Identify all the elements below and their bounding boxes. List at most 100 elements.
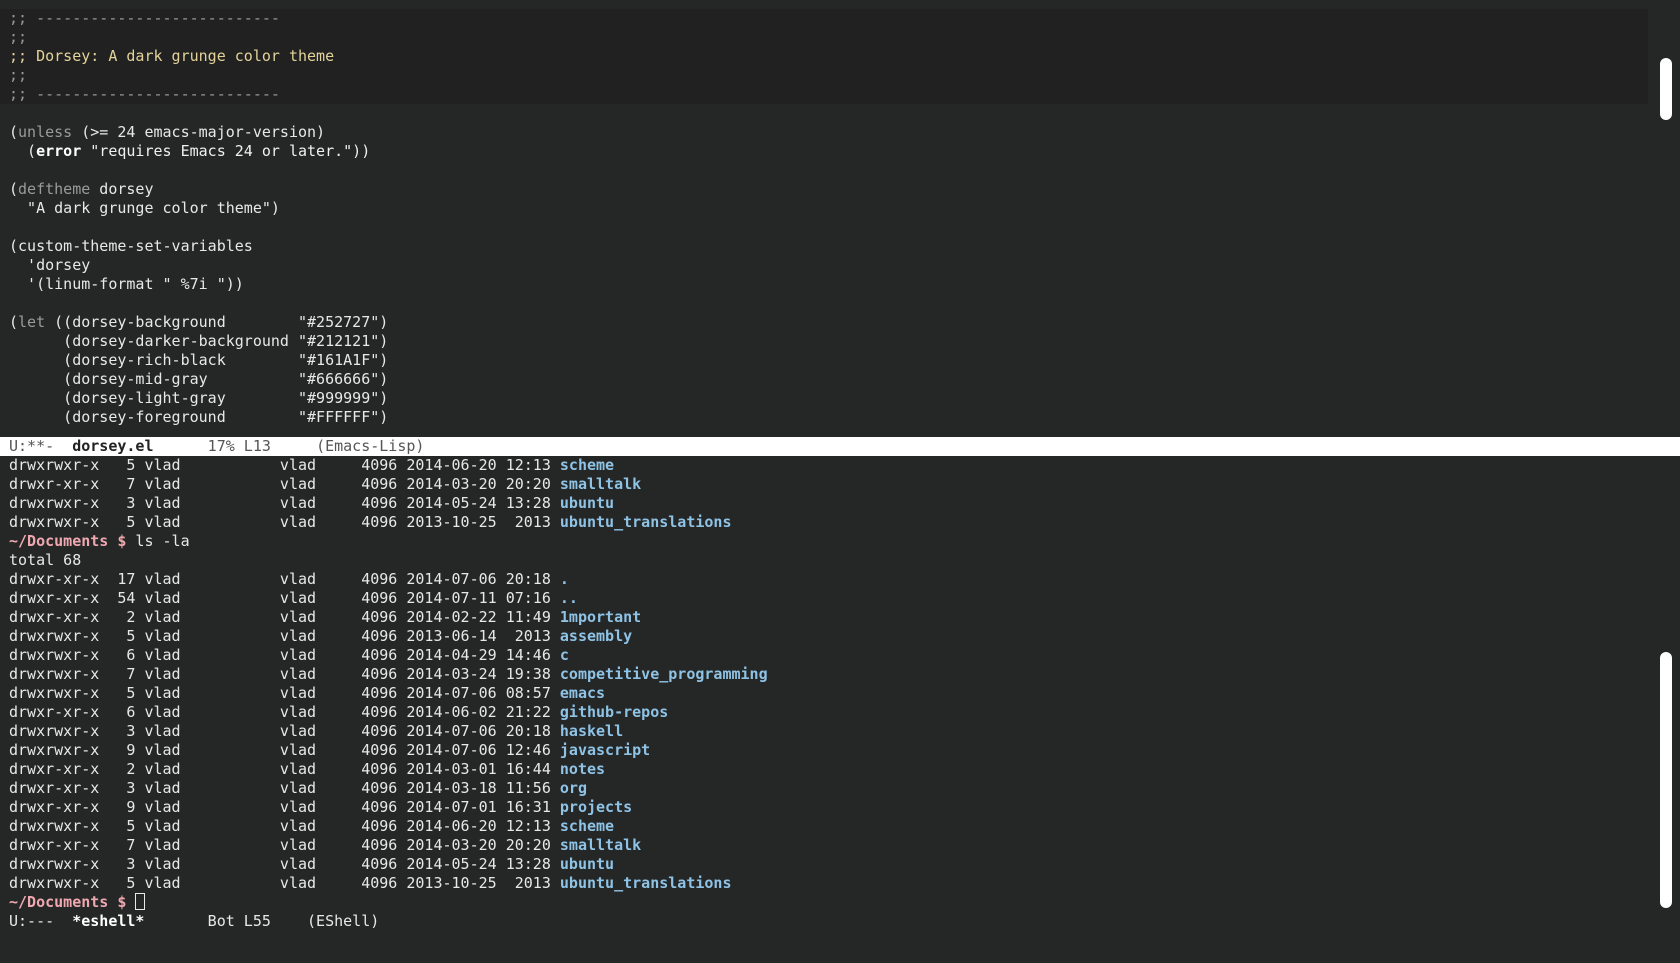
dir-name: ..: [559, 589, 578, 607]
listing-row: drwxrwxr-x 5 vlad vlad 4096 2013-10-25 2…: [0, 513, 1658, 532]
file-info: drwxr-xr-x 7 vlad vlad 4096 2014-03-20 2…: [9, 836, 560, 854]
comment-line: ;; ---------------------------: [9, 85, 280, 103]
dir-name: ubuntu: [559, 855, 615, 873]
dir-name: github-repos: [559, 703, 669, 721]
file-info: drwxrwxr-x 6 vlad vlad 4096 2014-04-29 1…: [9, 646, 560, 664]
buffer-position: 17% L13: [153, 437, 317, 455]
comment-line: ;;: [9, 66, 28, 84]
code-text: ((dorsey-background "#252727"): [45, 313, 389, 331]
buffer-state: U:---: [9, 912, 73, 930]
shell-input-line[interactable]: ~/Documents $: [0, 893, 1658, 912]
dir-name: smalltalk: [559, 836, 642, 854]
file-info: drwxrwxr-x 5 vlad vlad 4096 2014-06-20 1…: [9, 817, 560, 835]
mode-line-editor[interactable]: U:**- dorsey.el 17% L13 (Emacs-Lisp): [0, 437, 1680, 456]
dir-name: javascript: [559, 741, 651, 759]
file-info: drwxrwxr-x 5 vlad vlad 4096 2013-06-14 2…: [9, 627, 560, 645]
file-info: drwxr-xr-x 2 vlad vlad 4096 2014-03-01 1…: [9, 760, 560, 778]
emacs-frame: ;; --------------------------- ;; ;; Dor…: [0, 0, 1680, 963]
eshell-scrollbar-thumb[interactable]: [1660, 652, 1672, 908]
keyword: error: [36, 142, 82, 160]
file-info: drwxrwxr-x 5 vlad vlad 4096 2013-10-25 2…: [9, 513, 560, 531]
command-text: ls -la: [126, 532, 190, 550]
dir-name: notes: [559, 760, 606, 778]
listing: drwxr-xr-x 17 vlad vlad 4096 2014-07-06 …: [0, 570, 1658, 893]
listing-row: drwxrwxr-x 9 vlad vlad 4096 2014-07-06 1…: [0, 741, 1658, 760]
listing-row: drwxrwxr-x 5 vlad vlad 4096 2013-10-25 2…: [0, 874, 1658, 893]
code-line: (dorsey-darker-background "#212121"): [9, 332, 389, 350]
file-info: drwxr-xr-x 6 vlad vlad 4096 2014-06-02 2…: [9, 703, 560, 721]
listing-row: drwxrwxr-x 3 vlad vlad 4096 2014-07-06 2…: [0, 722, 1658, 741]
listing-row: drwxrwxr-x 6 vlad vlad 4096 2014-04-29 1…: [0, 646, 1658, 665]
header-comment-block: ;; --------------------------- ;; ;; Dor…: [0, 9, 1648, 104]
major-mode[interactable]: (EShell): [307, 912, 379, 930]
listing-row: drwxrwxr-x 5 vlad vlad 4096 2013-06-14 2…: [0, 627, 1658, 646]
listing-row: drwxr-xr-x 6 vlad vlad 4096 2014-06-02 2…: [0, 703, 1658, 722]
file-info: drwxrwxr-x 7 vlad vlad 4096 2014-03-24 1…: [9, 665, 560, 683]
keyword: unless: [18, 123, 73, 141]
editor-pane[interactable]: ;; --------------------------- ;; ;; Dor…: [0, 9, 1658, 437]
text-cursor: [135, 893, 146, 910]
listing-row: drwxrwxr-x 3 vlad vlad 4096 2014-05-24 1…: [0, 494, 1658, 513]
dir-name: competitive_programming: [559, 665, 768, 683]
code-text: "requires Emacs 24 or later.")): [81, 142, 371, 160]
code-line: (let ((dorsey-background "#252727"): [9, 313, 389, 331]
file-info: drwxrwxr-x 5 vlad vlad 4096 2013-10-25 2…: [9, 874, 560, 892]
file-info: drwxrwxr-x 3 vlad vlad 4096 2014-05-24 1…: [9, 855, 560, 873]
listing-row: drwxrwxr-x 7 vlad vlad 4096 2014-03-24 1…: [0, 665, 1658, 684]
file-info: drwxr-xr-x 7 vlad vlad 4096 2014-03-20 2…: [9, 475, 560, 493]
buffer-name[interactable]: *eshell*: [72, 912, 144, 930]
comment-line: ;;: [9, 28, 28, 46]
listing-row: drwxr-xr-x 17 vlad vlad 4096 2014-07-06 …: [0, 570, 1658, 589]
dir-name: haskell: [559, 722, 624, 740]
dir-name: scheme: [559, 456, 615, 474]
code-line: (deftheme dorsey: [9, 180, 154, 198]
total-line: total 68: [9, 551, 82, 569]
file-info: drwxrwxr-x 3 vlad vlad 4096 2014-05-24 1…: [9, 494, 560, 512]
file-info: drwxrwxr-x 3 vlad vlad 4096 2014-07-06 2…: [9, 722, 560, 740]
code-line: '(linum-format " %7i ")): [9, 275, 244, 293]
code-line: (error "requires Emacs 24 or later.")): [9, 142, 371, 160]
listing-row: drwxr-xr-x 54 vlad vlad 4096 2014-07-11 …: [0, 589, 1658, 608]
code-line: (custom-theme-set-variables: [9, 237, 253, 255]
dir-name: ubuntu: [559, 494, 615, 512]
editor-scrollbar-thumb[interactable]: [1660, 58, 1672, 120]
editor-scrollbar[interactable]: [1658, 0, 1680, 437]
file-info: drwxrwxr-x 5 vlad vlad 4096 2014-07-06 0…: [9, 684, 560, 702]
file-info: drwxr-xr-x 9 vlad vlad 4096 2014-07-01 1…: [9, 798, 560, 816]
code-line: (dorsey-light-gray "#999999"): [9, 389, 389, 407]
major-mode[interactable]: (Emacs-Lisp): [316, 437, 424, 455]
dir-name: ubuntu_translations: [559, 874, 732, 892]
code-line: 'dorsey: [9, 256, 91, 274]
comment-title-line: ;; Dorsey: A dark grunge color theme: [9, 47, 335, 65]
dir-name: c: [559, 646, 569, 664]
file-info: drwxrwxr-x 5 vlad vlad 4096 2014-06-20 1…: [9, 456, 560, 474]
file-info: drwxr-xr-x 2 vlad vlad 4096 2014-02-22 1…: [9, 608, 560, 626]
prompt-path: ~/Documents $: [9, 893, 127, 911]
listing-row: drwxr-xr-x 2 vlad vlad 4096 2014-02-22 1…: [0, 608, 1658, 627]
listing-row: drwxrwxr-x 3 vlad vlad 4096 2014-05-24 1…: [0, 855, 1658, 874]
code-line: "A dark grunge color theme"): [9, 199, 280, 217]
listing-row: drwxrwxr-x 5 vlad vlad 4096 2014-07-06 0…: [0, 684, 1658, 703]
code-text: dorsey: [90, 180, 154, 198]
dir-name: projects: [559, 798, 633, 816]
dir-name: 1mportant: [559, 608, 642, 626]
buffer-name[interactable]: dorsey.el: [72, 437, 153, 455]
file-info: drwxr-xr-x 3 vlad vlad 4096 2014-03-18 1…: [9, 779, 560, 797]
mode-line-eshell[interactable]: U:--- *eshell* Bot L55 (EShell): [0, 912, 1680, 931]
listing-row: drwxr-xr-x 7 vlad vlad 4096 2014-03-20 2…: [0, 475, 1658, 494]
code-line: (dorsey-mid-gray "#666666"): [9, 370, 389, 388]
dir-name: scheme: [559, 817, 615, 835]
dir-name: assembly: [559, 627, 633, 645]
code-line: (unless (>= 24 emacs-major-version): [9, 123, 326, 141]
eshell-scrollbar[interactable]: [1658, 456, 1680, 912]
buffer-state: U:**-: [9, 437, 73, 455]
code-line: (dorsey-foreground "#FFFFFF"): [9, 408, 389, 426]
eshell-pane[interactable]: drwxrwxr-x 5 vlad vlad 4096 2014-06-20 1…: [0, 456, 1658, 912]
keyword: let: [18, 313, 46, 331]
comment-line: ;; ---------------------------: [9, 9, 280, 27]
listing-row: drwxr-xr-x 2 vlad vlad 4096 2014-03-01 1…: [0, 760, 1658, 779]
